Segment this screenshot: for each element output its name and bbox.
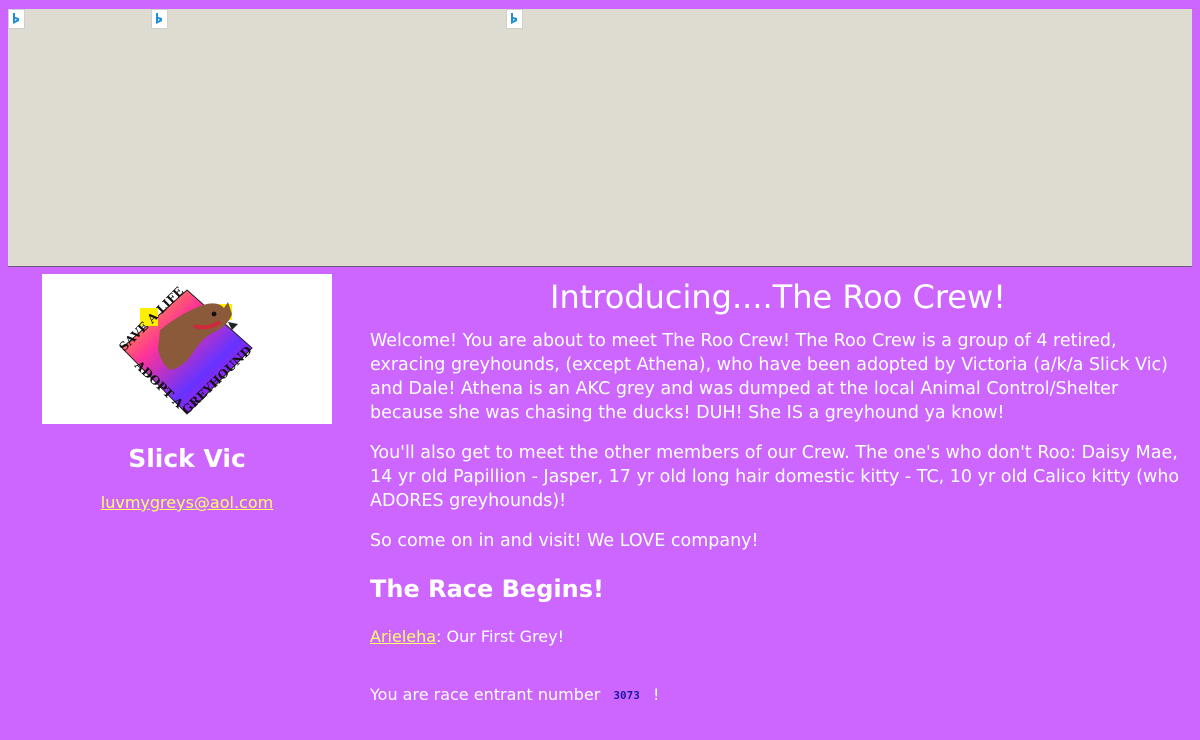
counter-prefix: You are race entrant number [370,685,601,704]
main-content: Introducing....The Roo Crew! Welcome! Yo… [370,276,1186,706]
page-title: Introducing....The Roo Crew! [550,278,1006,316]
first-grey-line: Arieleha: Our First Grey! [370,627,1186,647]
owner-email-link[interactable]: luvmygreys@aol.com [42,493,332,512]
crew-paragraph: You'll also get to meet the other member… [370,443,1180,511]
bing-icon[interactable] [151,9,168,29]
sidebar: SAVE A LIFE ADOPT A GREYHOUND Slick Vic … [42,274,332,512]
first-grey-caption: : Our First Grey! [436,627,565,646]
counter-line: You are race entrant number 3073 ! [370,685,1186,706]
banner-frame [8,9,1192,267]
owner-name: Slick Vic [128,444,246,473]
bing-icon[interactable] [506,9,523,29]
hit-counter: 3073 [613,689,640,702]
arieleha-link[interactable]: Arieleha [370,627,436,646]
section-heading: The Race Begins! [370,575,604,603]
intro-paragraph: Welcome! You are about to meet The Roo C… [370,331,1169,423]
welcome-paragraph: So come on in and visit! We LOVE company… [370,531,759,551]
counter-suffix: ! [653,685,660,704]
adopt-greyhound-logo: SAVE A LIFE ADOPT A GREYHOUND [42,274,332,424]
bing-icon[interactable] [8,9,25,29]
